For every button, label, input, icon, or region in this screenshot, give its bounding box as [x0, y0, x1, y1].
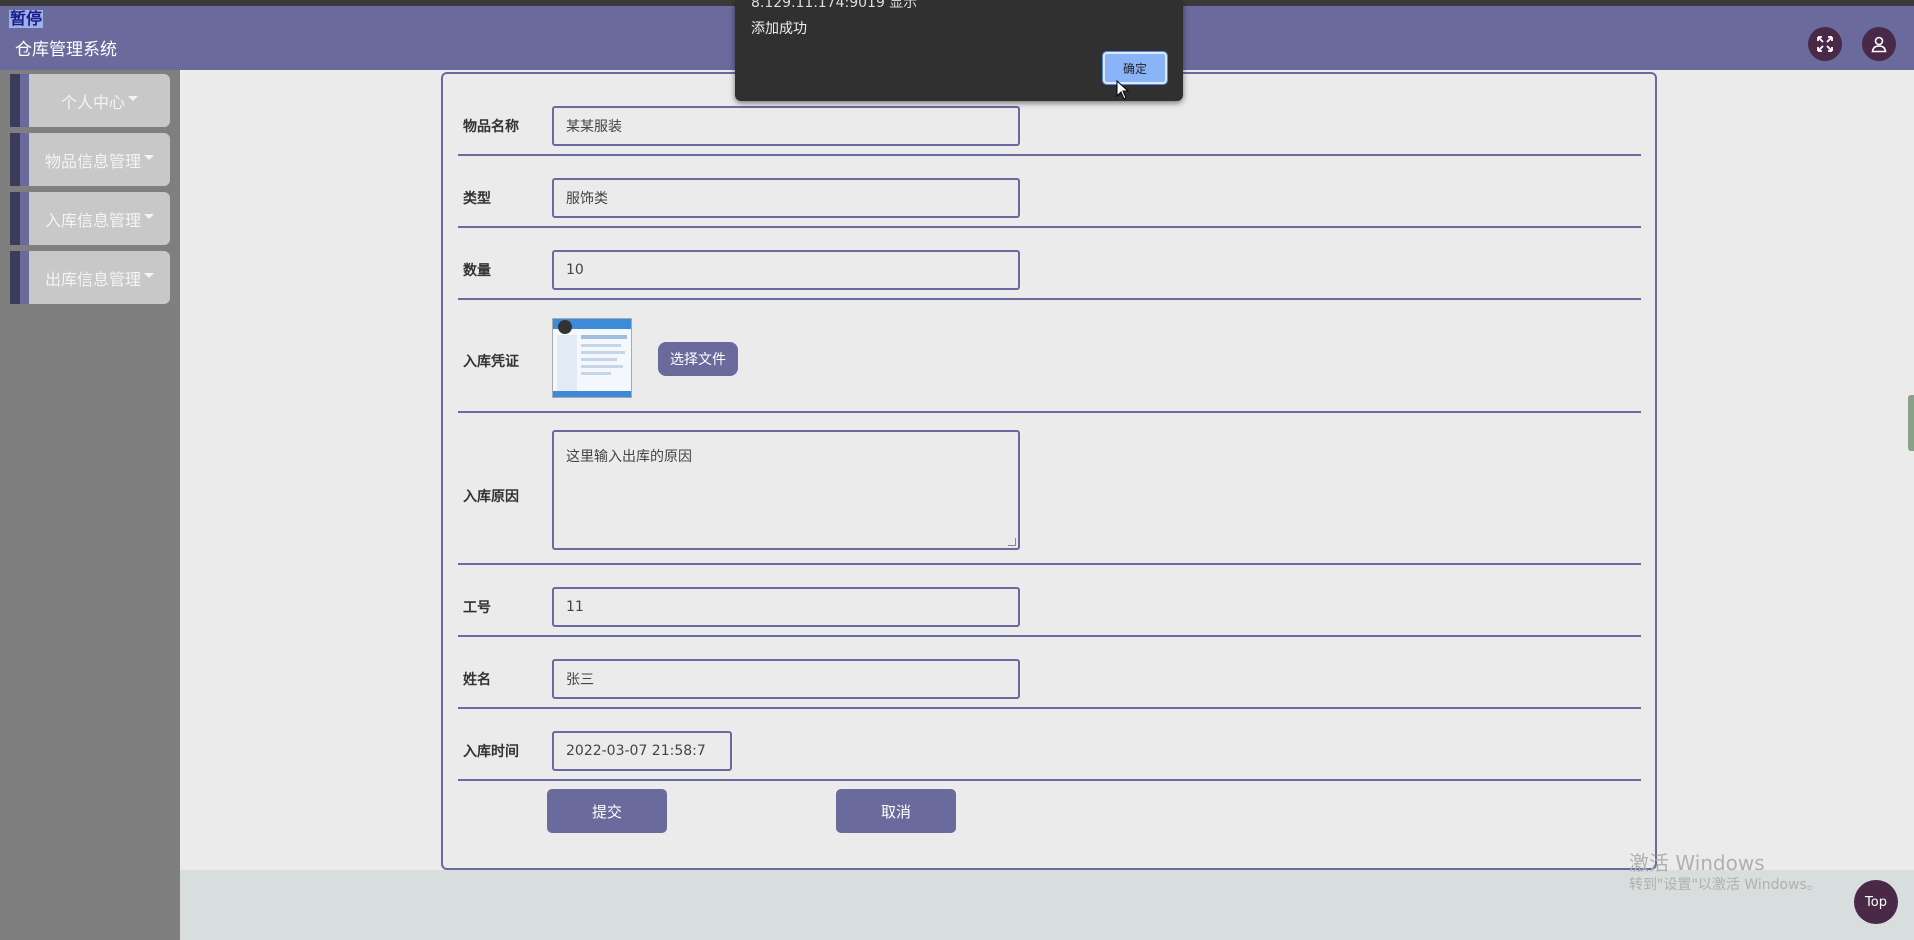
windows-activation-hint: 转到"设置"以激活 Windows。 [1629, 877, 1821, 893]
sidebar-item-label-wrap: 个人中心 [29, 74, 170, 127]
voucher-thumbnail[interactable] [552, 318, 632, 398]
sidebar-item-marker-accent [20, 251, 29, 304]
sidebar-item-inbound-info[interactable]: 入库信息管理 [10, 192, 170, 245]
type-label: 类型 [463, 191, 491, 207]
sidebar-item-marker-accent [20, 74, 29, 127]
sidebar-item-label: 个人中心 [60, 92, 125, 112]
name-input[interactable]: 张三 [552, 659, 1020, 699]
dialog-origin: 8.129.11.174:9019 显示 [751, 0, 918, 11]
paused-indicator: 暂停 [9, 9, 44, 28]
sidebar-item-marker [10, 74, 20, 127]
sidebar-item-outbound-info[interactable]: 出库信息管理 [10, 251, 170, 304]
dropdown-caret-icon [144, 214, 154, 219]
form-row-voucher: 入库凭证 选择文件 [458, 302, 1641, 413]
sidebar-item-personal-center[interactable]: 个人中心 [10, 74, 170, 127]
form-row-reason: 入库原因 这里输入出库的原因 [458, 415, 1641, 565]
form-row-name: 姓名 张三 [458, 639, 1641, 709]
dropdown-caret-icon [144, 155, 154, 160]
item-name-value: 某某服装 [566, 119, 622, 135]
name-value: 张三 [566, 672, 594, 688]
sidebar-item-marker [10, 192, 20, 245]
name-label: 姓名 [463, 672, 491, 688]
submit-button[interactable]: 提交 [547, 789, 667, 833]
time-label: 入库时间 [463, 744, 519, 760]
sidebar-item-marker-accent [20, 133, 29, 186]
mouse-cursor-icon [1116, 80, 1130, 100]
sidebar-item-item-info[interactable]: 物品信息管理 [10, 133, 170, 186]
reason-value: 这里输入出库的原因 [566, 449, 692, 465]
sidebar-item-label-wrap: 出库信息管理 [29, 251, 170, 304]
form-row-quantity: 数量 10 [458, 230, 1641, 300]
sidebar-item-marker-accent [20, 192, 29, 245]
employee-id-input[interactable]: 11 [552, 587, 1020, 627]
quantity-value: 10 [566, 262, 584, 278]
sidebar-item-label: 入库信息管理 [44, 210, 141, 230]
type-value: 服饰类 [566, 191, 608, 207]
item-name-label: 物品名称 [463, 119, 519, 135]
reason-textarea[interactable]: 这里输入出库的原因 [552, 430, 1020, 550]
choose-file-button[interactable]: 选择文件 [658, 342, 738, 376]
form-row-time: 入库时间 2022-03-07 21:58:7 [458, 711, 1641, 781]
sidebar: 个人中心 物品信息管理 入库信息管理 出库信息管理 [0, 70, 180, 940]
sidebar-item-marker [10, 251, 20, 304]
quantity-input[interactable]: 10 [552, 250, 1020, 290]
voucher-image-icon [553, 319, 631, 397]
employee-id-value: 11 [566, 599, 584, 615]
sidebar-item-label: 物品信息管理 [44, 151, 141, 171]
user-button[interactable] [1862, 27, 1896, 61]
time-input[interactable]: 2022-03-07 21:58:7 [552, 731, 732, 771]
fullscreen-icon [1817, 36, 1833, 52]
dropdown-caret-icon [128, 96, 138, 101]
item-name-input[interactable]: 某某服装 [552, 106, 1020, 146]
quantity-label: 数量 [463, 263, 491, 279]
windows-activation-title: 激活 Windows [1629, 851, 1765, 875]
dialog-message: 添加成功 [751, 21, 807, 37]
user-icon [1871, 36, 1887, 53]
time-value: 2022-03-07 21:58:7 [566, 743, 706, 759]
side-drawer-tab[interactable] [1908, 395, 1914, 451]
back-to-top-button[interactable]: Top [1854, 880, 1898, 924]
sidebar-item-label: 出库信息管理 [44, 269, 141, 289]
reason-label: 入库原因 [463, 489, 519, 505]
form-row-type: 类型 服饰类 [458, 158, 1641, 228]
resize-handle-icon[interactable] [1008, 538, 1016, 546]
sidebar-item-label-wrap: 入库信息管理 [29, 192, 170, 245]
fullscreen-button[interactable] [1808, 27, 1842, 61]
sidebar-item-marker [10, 133, 20, 186]
voucher-label: 入库凭证 [463, 354, 519, 370]
form-row-employee-id: 工号 11 [458, 567, 1641, 637]
cancel-button[interactable]: 取消 [836, 789, 956, 833]
app-title: 仓库管理系统 [15, 40, 117, 60]
inbound-form: 物品名称 某某服装 类型 服饰类 数量 10 入库凭证 选择文件 入库原因 这里… [441, 72, 1657, 870]
dialog-ok-button[interactable]: 确定 [1103, 52, 1167, 84]
sidebar-item-label-wrap: 物品信息管理 [29, 133, 170, 186]
dropdown-caret-icon [144, 273, 154, 278]
type-input[interactable]: 服饰类 [552, 178, 1020, 218]
employee-id-label: 工号 [463, 600, 491, 616]
